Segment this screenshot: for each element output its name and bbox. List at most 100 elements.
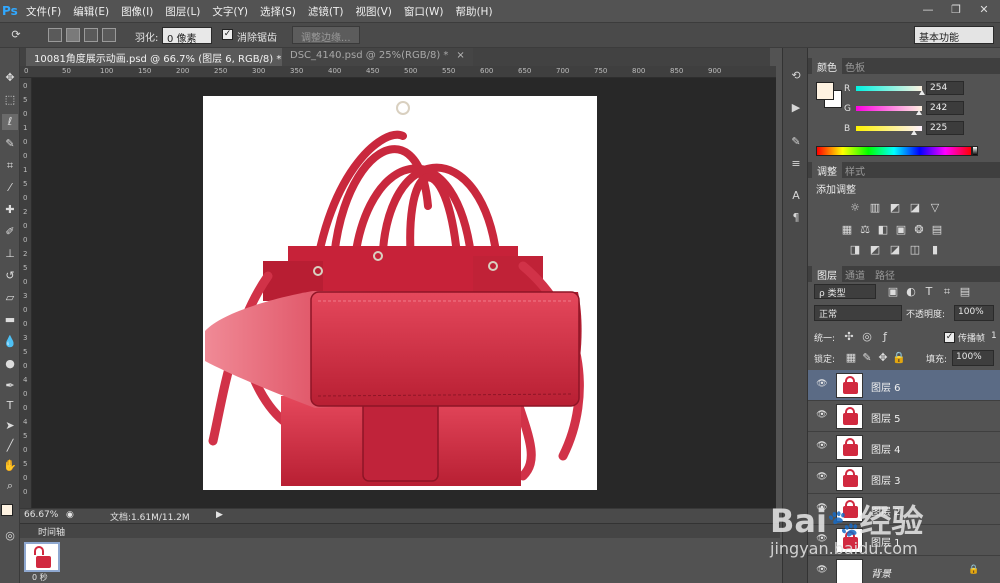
zoom-level[interactable]: 66.67% <box>24 510 58 520</box>
menu-select[interactable]: 选择(S) <box>254 4 302 19</box>
lock-all-icon[interactable]: 🔒 <box>892 352 906 364</box>
lock-pixels-icon[interactable]: ✎ <box>860 352 874 364</box>
frame-delay[interactable]: 0 秒 <box>32 572 48 583</box>
r-slider-thumb[interactable] <box>918 90 925 95</box>
hue-saturation-icon[interactable]: ▦ <box>840 224 854 236</box>
visibility-eye-icon[interactable]: 👁 <box>816 410 828 422</box>
feather-input[interactable]: 0 像素 <box>162 27 212 45</box>
fill-input[interactable]: 100% <box>952 350 994 366</box>
intersect-selection-icon[interactable] <box>102 28 116 42</box>
menu-image[interactable]: 图像(I) <box>115 4 159 19</box>
invert-icon[interactable]: ◨ <box>848 244 862 256</box>
curves-icon[interactable]: ◩ <box>888 202 902 214</box>
filter-type-icon[interactable]: T <box>922 286 936 298</box>
g-slider[interactable] <box>856 106 922 111</box>
tab-swatches[interactable]: 色板 <box>840 58 870 74</box>
move-tool-icon[interactable]: ✥ <box>2 70 18 86</box>
tab-document-1[interactable]: 10081角度展示动画.psd @ 66.7% (图层 6, RGB/8) *× <box>26 48 306 66</box>
foreground-color-swatch[interactable] <box>1 504 13 516</box>
character-icon[interactable]: A <box>788 188 804 204</box>
history-brush-tool-icon[interactable]: ↺ <box>2 268 18 284</box>
paragraph-icon[interactable]: ¶ <box>788 210 804 226</box>
filter-shape-icon[interactable]: ⌗ <box>940 286 954 298</box>
zoom-tool-icon[interactable]: ⌕ <box>2 478 18 494</box>
blend-mode-select[interactable]: 正常 <box>814 305 902 321</box>
stamp-tool-icon[interactable]: ⊥ <box>2 246 18 262</box>
r-value[interactable]: 254 <box>926 81 964 95</box>
eyedropper-tool-icon[interactable]: ⁄ <box>2 180 18 196</box>
layer-row[interactable]: 👁 图层 4 <box>808 432 1000 463</box>
photo-filter-icon[interactable]: ▣ <box>894 224 908 236</box>
actions-icon[interactable]: ▶ <box>788 100 804 116</box>
quick-mask-icon[interactable]: ◎ <box>2 528 18 544</box>
unify-visibility-icon[interactable]: ◎ <box>860 331 874 343</box>
path-select-tool-icon[interactable]: ➤ <box>2 418 18 434</box>
visibility-eye-icon[interactable]: 👁 <box>816 565 828 577</box>
tab-layers[interactable]: 图层 <box>812 266 842 282</box>
add-selection-icon[interactable] <box>66 28 80 42</box>
levels-icon[interactable]: ▥ <box>868 202 882 214</box>
gradient-tool-icon[interactable]: ▬ <box>2 312 18 328</box>
eraser-tool-icon[interactable]: ▱ <box>2 290 18 306</box>
status-menu-arrow-icon[interactable]: ▶ <box>216 510 223 520</box>
tab-channels[interactable]: 通道 <box>840 266 870 282</box>
black-white-ramp[interactable] <box>972 146 978 156</box>
g-slider-thumb[interactable] <box>915 110 922 115</box>
blur-tool-icon[interactable]: 💧 <box>2 334 18 350</box>
visibility-eye-icon[interactable]: 👁 <box>816 441 828 453</box>
threshold-icon[interactable]: ◪ <box>888 244 902 256</box>
refine-edge-button[interactable]: 调整边缘... <box>292 26 360 44</box>
menu-file[interactable]: 文件(F) <box>20 4 67 19</box>
filter-pixel-icon[interactable]: ▣ <box>886 286 900 298</box>
b-slider-thumb[interactable] <box>911 130 918 135</box>
pen-tool-icon[interactable]: ✒ <box>2 378 18 394</box>
layer-row[interactable]: 👁 图层 6 <box>808 370 1000 401</box>
quick-select-tool-icon[interactable]: ✎ <box>2 136 18 152</box>
channel-mixer-icon[interactable]: ❂ <box>912 224 926 236</box>
antialias-checkbox[interactable]: ✓ <box>222 29 233 40</box>
menu-type[interactable]: 文字(Y) <box>206 4 254 19</box>
visibility-eye-icon[interactable]: 👁 <box>816 472 828 484</box>
unify-position-icon[interactable]: ✣ <box>842 331 856 343</box>
posterize-icon[interactable]: ◩ <box>868 244 882 256</box>
filter-smart-icon[interactable]: ▤ <box>958 286 972 298</box>
tab-document-2[interactable]: DSC_4140.psd @ 25%(RGB/8) * × <box>282 48 473 66</box>
document-canvas[interactable] <box>203 96 597 490</box>
visibility-eye-icon[interactable]: 👁 <box>816 379 828 391</box>
gradient-map-icon[interactable]: ▮ <box>928 244 942 256</box>
marquee-tool-icon[interactable]: ⬚ <box>2 92 18 108</box>
dodge-tool-icon[interactable]: ● <box>2 356 18 372</box>
menu-layer[interactable]: 图层(L) <box>159 4 206 19</box>
brush-settings-icon[interactable]: ≡ <box>788 156 804 172</box>
tab-color[interactable]: 颜色 <box>812 58 842 74</box>
timeline-tab[interactable]: 时间轴 <box>38 525 65 538</box>
menu-help[interactable]: 帮助(H) <box>449 4 498 19</box>
status-info-icon[interactable]: ◉ <box>66 510 74 520</box>
black-white-icon[interactable]: ◧ <box>876 224 890 236</box>
opacity-input[interactable]: 100% <box>954 305 994 321</box>
minimize-button[interactable]: — <box>916 2 940 18</box>
subtract-selection-icon[interactable] <box>84 28 98 42</box>
lock-position-icon[interactable]: ✥ <box>876 352 890 364</box>
vibrance-icon[interactable]: ▽ <box>928 202 942 214</box>
history-icon[interactable]: ⟲ <box>788 68 804 84</box>
layer-row[interactable]: 👁 背景 🔒 <box>808 556 1000 583</box>
tab-paths[interactable]: 路径 <box>870 266 900 282</box>
close-button[interactable]: ✕ <box>972 2 996 18</box>
layer-filter-select[interactable]: ρ 类型 <box>814 284 876 299</box>
workspace-select[interactable]: 基本功能 <box>914 26 994 44</box>
type-tool-icon[interactable]: T <box>2 398 18 414</box>
propagate-checkbox[interactable]: ✓ <box>944 332 955 343</box>
lasso-tool-icon[interactable]: ℓ <box>2 114 18 130</box>
color-foreground-swatch[interactable] <box>816 82 834 100</box>
timeline-frame-1[interactable] <box>24 542 60 572</box>
line-tool-icon[interactable]: ╱ <box>2 438 18 454</box>
exposure-icon[interactable]: ◪ <box>908 202 922 214</box>
healing-tool-icon[interactable]: ✚ <box>2 202 18 218</box>
layer-row[interactable]: 👁 图层 5 <box>808 401 1000 432</box>
tab-close-icon[interactable]: × <box>456 50 464 61</box>
menu-view[interactable]: 视图(V) <box>349 4 397 19</box>
brush-presets-icon[interactable]: ✎ <box>788 134 804 150</box>
menu-window[interactable]: 窗口(W) <box>398 4 450 19</box>
crop-tool-icon[interactable]: ⌗ <box>2 158 18 174</box>
